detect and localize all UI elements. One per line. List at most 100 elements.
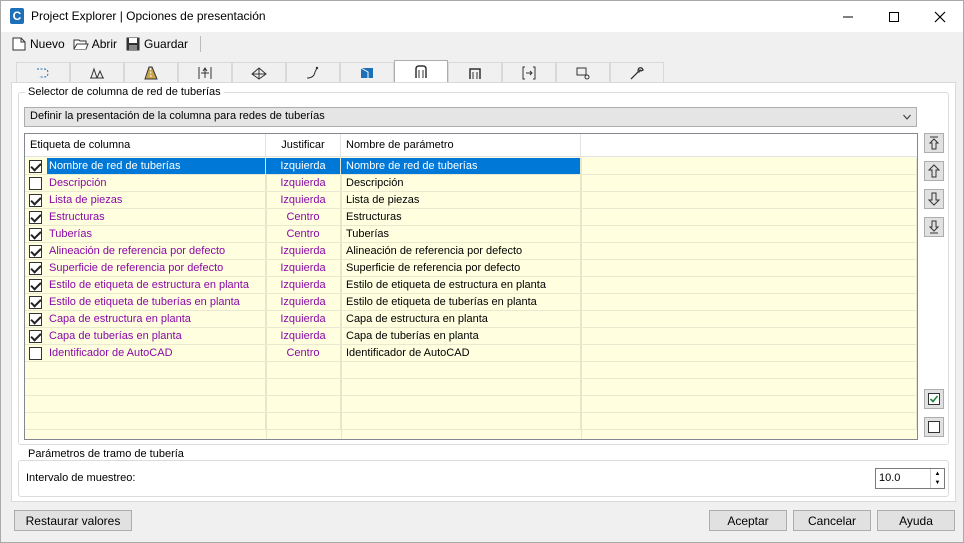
table-row[interactable]: Estilo de etiqueta de tuberías en planta…: [25, 294, 917, 311]
minimize-button[interactable]: [825, 1, 871, 32]
save-button[interactable]: Guardar: [125, 37, 188, 51]
column-label-text[interactable]: Superficie de referencia por defecto: [47, 260, 265, 276]
column-label-cell: Estilo de etiqueta de estructura en plan…: [25, 277, 266, 293]
visibility-checkbox[interactable]: [29, 227, 42, 241]
table-row[interactable]: Descripción Izquierda Descripción: [25, 175, 917, 192]
tab-strip: [16, 60, 664, 83]
parameter-name-cell: Nombre de red de tuberías: [341, 158, 581, 174]
tab-pressure-network[interactable]: [448, 62, 502, 83]
sampling-interval-field[interactable]: 10.0 ▲ ▼: [875, 468, 945, 489]
filler-cell: [581, 226, 917, 242]
visibility-checkbox[interactable]: [29, 312, 42, 326]
decrement-icon[interactable]: ▼: [931, 479, 944, 489]
visibility-checkbox[interactable]: [29, 295, 42, 309]
move-to-bottom-button[interactable]: [924, 217, 944, 237]
header-column-label[interactable]: Etiqueta de columna: [25, 134, 266, 157]
justify-cell[interactable]: Izquierda: [266, 277, 341, 293]
table-row[interactable]: Identificador de AutoCAD Centro Identifica…: [25, 345, 917, 362]
tab-parcel[interactable]: [340, 62, 394, 83]
maximize-button[interactable]: [871, 1, 917, 32]
filler-cell: [581, 345, 917, 361]
visibility-checkbox[interactable]: [29, 278, 42, 292]
cancel-button[interactable]: Cancelar: [793, 510, 871, 531]
table-row[interactable]: Superficie de referencia por defecto Izqu…: [25, 260, 917, 277]
table-row[interactable]: Lista de piezas Izquierda Lista de piezas: [25, 192, 917, 209]
justify-cell[interactable]: Centro: [266, 345, 341, 361]
filler-cell: [581, 294, 917, 310]
column-label-text[interactable]: Lista de piezas: [47, 192, 265, 208]
help-button[interactable]: Ayuda: [877, 510, 955, 531]
column-label-text[interactable]: Identificador de AutoCAD: [47, 345, 265, 361]
column-label-cell: Alineación de referencia por defecto: [25, 243, 266, 259]
table-row[interactable]: Capa de tuberías en planta Izquierda Capa …: [25, 328, 917, 345]
tab-sample-lines[interactable]: [178, 62, 232, 83]
justify-cell[interactable]: Izquierda: [266, 192, 341, 208]
justify-cell[interactable]: Izquierda: [266, 175, 341, 191]
tab-section[interactable]: [502, 62, 556, 83]
column-label-text[interactable]: Estructuras: [47, 209, 265, 225]
header-parameter-name[interactable]: Nombre de parámetro: [341, 134, 581, 157]
settings-wrench-icon: [630, 67, 644, 80]
header-justify[interactable]: Justificar: [266, 134, 341, 157]
tab-settings[interactable]: [610, 62, 664, 83]
accept-button[interactable]: Aceptar: [709, 510, 787, 531]
visibility-checkbox[interactable]: [29, 346, 42, 360]
justify-cell[interactable]: Izquierda: [266, 328, 341, 344]
column-label-text[interactable]: Estilo de etiqueta de tuberías en planta: [47, 294, 265, 310]
column-label-text[interactable]: Descripción: [47, 175, 265, 191]
table-row[interactable]: Nombre de red de tuberías Izquierda Nombre…: [25, 158, 917, 175]
justify-cell[interactable]: Centro: [266, 226, 341, 242]
tab-point[interactable]: [556, 62, 610, 83]
table-row[interactable]: Estructuras Centro Estructuras: [25, 209, 917, 226]
visibility-checkbox[interactable]: [29, 176, 42, 190]
column-label-text[interactable]: Estilo de etiqueta de estructura en plan…: [47, 277, 265, 293]
visibility-checkbox[interactable]: [29, 244, 42, 258]
filler-cell: [581, 396, 917, 412]
column-label-text[interactable]: Capa de estructura en planta: [47, 311, 265, 327]
table-row[interactable]: Capa de estructura en planta Izquierda Cap…: [25, 311, 917, 328]
close-button[interactable]: [917, 1, 963, 32]
tab-feature-line[interactable]: [286, 62, 340, 83]
justify-cell[interactable]: Izquierda: [266, 243, 341, 259]
table-row[interactable]: Tuberías Centro Tuberías: [25, 226, 917, 243]
move-down-button[interactable]: [924, 189, 944, 209]
tab-alignment[interactable]: [16, 62, 70, 83]
column-label-text[interactable]: Tuberías: [47, 226, 265, 242]
new-button[interactable]: Nuevo: [11, 37, 65, 51]
parameter-name-cell: Identificador de AutoCAD: [341, 345, 581, 361]
move-to-top-button[interactable]: [924, 133, 944, 153]
justify-cell[interactable]: Izquierda: [266, 260, 341, 276]
tab-corridor[interactable]: [124, 62, 178, 83]
justify-cell[interactable]: Izquierda: [266, 294, 341, 310]
column-label-cell: Capa de tuberías en planta: [25, 328, 266, 344]
visibility-checkbox[interactable]: [29, 193, 42, 207]
column-label-text[interactable]: Alineación de referencia por defecto: [47, 243, 265, 259]
open-button[interactable]: Abrir: [73, 37, 117, 51]
tab-pipe-network[interactable]: [394, 60, 448, 83]
justify-cell[interactable]: Centro: [266, 209, 341, 225]
visibility-checkbox[interactable]: [29, 210, 42, 224]
visibility-checkbox[interactable]: [29, 329, 42, 343]
column-label-cell: [25, 379, 266, 395]
visibility-checkbox[interactable]: [29, 159, 42, 173]
table-row[interactable]: Alineación de referencia por defecto Izqu…: [25, 243, 917, 260]
visibility-checkbox[interactable]: [29, 261, 42, 275]
justify-cell[interactable]: Izquierda: [266, 158, 341, 174]
restore-values-button[interactable]: Restaurar valores: [14, 510, 132, 531]
parameter-name-cell: Capa de tuberías en planta: [341, 328, 581, 344]
tab-surface[interactable]: [232, 62, 286, 83]
column-label-text[interactable]: Capa de tuberías en planta: [47, 328, 265, 344]
uncheck-all-button[interactable]: [924, 417, 944, 437]
alignment-icon: [37, 68, 49, 78]
table-row[interactable]: Estilo de etiqueta de estructura en plan…: [25, 277, 917, 294]
increment-icon[interactable]: ▲: [931, 469, 944, 479]
presentation-combo[interactable]: Definir la presentación de la columna pa…: [24, 107, 917, 127]
sampling-interval-stepper[interactable]: ▲ ▼: [930, 469, 944, 488]
check-all-button[interactable]: [924, 389, 944, 409]
justify-cell[interactable]: Izquierda: [266, 311, 341, 327]
tab-profile[interactable]: [70, 62, 124, 83]
column-label-text[interactable]: Nombre de red de tuberías: [47, 158, 265, 174]
filler-cell: [581, 362, 917, 378]
move-up-button[interactable]: [924, 161, 944, 181]
pipe-run-parameters-label: Parámetros de tramo de tubería: [25, 448, 187, 460]
